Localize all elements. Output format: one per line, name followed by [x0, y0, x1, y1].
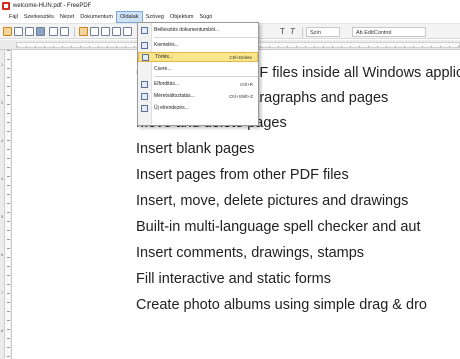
ruler-number: 2 [1, 100, 4, 105]
print-icon[interactable] [36, 27, 45, 36]
page-text-line[interactable]: Fill interactive and static forms [136, 271, 331, 287]
ruler-number: 3 [1, 138, 4, 143]
menu-item-extract[interactable]: Kiemelés... [138, 40, 258, 50]
page-text-line[interactable]: Insert comments, drawings, stamps [136, 245, 364, 261]
zoom-icon[interactable] [60, 27, 69, 36]
menu-item-replace[interactable]: Csere... [138, 64, 258, 74]
window-title: welcome-HUN.pdf - FreePDF [13, 2, 92, 9]
menu-item-label: Elforditás... [154, 81, 180, 87]
ruler-number: 5 [1, 214, 4, 219]
menu-item-resize[interactable]: Méretváltoztatás... Ctrl+Shift+Z [138, 91, 258, 101]
page-text-line[interactable]: Insert, move, delete pictures and drawin… [136, 193, 408, 209]
stamp-icon[interactable] [112, 27, 121, 36]
ruler-track [4, 50, 10, 359]
text-tool-icon[interactable]: T [280, 26, 285, 38]
menu-item-label: Új elrendezés... [154, 105, 189, 111]
insert-document-icon [141, 26, 148, 34]
page-view-icon[interactable] [49, 27, 58, 36]
menu-separator [154, 76, 258, 77]
pages-menu-dropdown: Beillesztés dokumentumból... Kiemelés...… [137, 22, 259, 126]
menu-item-label: Törlés... [155, 54, 174, 60]
color-selector[interactable]: Szín [306, 27, 340, 37]
page-text-line[interactable]: Insert blank pages [136, 141, 255, 157]
menu-item-label: Méretváltoztatás... [154, 93, 195, 99]
link-icon[interactable] [123, 27, 132, 36]
title-bar: welcome-HUN.pdf - FreePDF [0, 0, 460, 11]
menu-item-delete[interactable]: Törlés... Ctrl+Delete [138, 52, 258, 62]
ruler-number: 8 [1, 328, 4, 333]
delete-page-icon [142, 53, 149, 61]
comment-icon[interactable] [101, 27, 110, 36]
new-layout-icon [141, 104, 148, 112]
ruler-number: 6 [1, 252, 4, 257]
toolbar-separator [302, 27, 303, 37]
select-icon[interactable] [79, 27, 88, 36]
extract-icon [141, 41, 148, 49]
rotate-icon [141, 80, 148, 88]
page-text-line[interactable]: Insert pages from other PDF files [136, 167, 349, 183]
save-as-icon[interactable] [25, 27, 34, 36]
page-text-line[interactable]: Create photo albums using simple drag & … [136, 297, 427, 313]
menu-edit[interactable]: Szerkesztés [21, 11, 57, 23]
menu-item-insert-from-document[interactable]: Beillesztés dokumentumból... [138, 25, 258, 35]
vertical-ruler: 1 2 3 4 5 6 7 8 [0, 50, 12, 359]
menu-file[interactable]: Fájl [6, 11, 21, 23]
menu-item-label: Kiemelés... [154, 42, 179, 48]
text-tool-alt-icon[interactable]: T [290, 26, 295, 38]
menu-item-label: Csere... [154, 66, 172, 72]
resize-icon [141, 92, 148, 100]
save-icon[interactable] [14, 27, 23, 36]
menu-document[interactable]: Dokumentum [77, 11, 116, 23]
hand-icon[interactable] [90, 27, 99, 36]
ruler-number: 7 [1, 290, 4, 295]
menu-item-shortcut: Ctrl+Delete [229, 54, 252, 60]
app-icon [2, 1, 10, 10]
menu-view[interactable]: Nézet [57, 11, 77, 23]
toolbar-separator [74, 27, 75, 37]
open-icon[interactable] [3, 27, 12, 36]
edit-control-field[interactable]: Ab EditControl [352, 27, 426, 37]
menu-separator [154, 37, 258, 38]
menu-item-shortcut: Ctrl+R [240, 81, 253, 87]
menu-item-rotate[interactable]: Elforditás... Ctrl+R [138, 79, 258, 89]
menu-item-shortcut: Ctrl+Shift+Z [228, 93, 253, 99]
menu-item-new-layout[interactable]: Új elrendezés... [138, 103, 258, 113]
ruler-number: 4 [1, 176, 4, 181]
page-text-line[interactable]: Built-in multi-language spell checker an… [136, 219, 421, 235]
ruler-number: 1 [1, 62, 4, 67]
menu-item-label: Beillesztés dokumentumból... [154, 27, 220, 33]
